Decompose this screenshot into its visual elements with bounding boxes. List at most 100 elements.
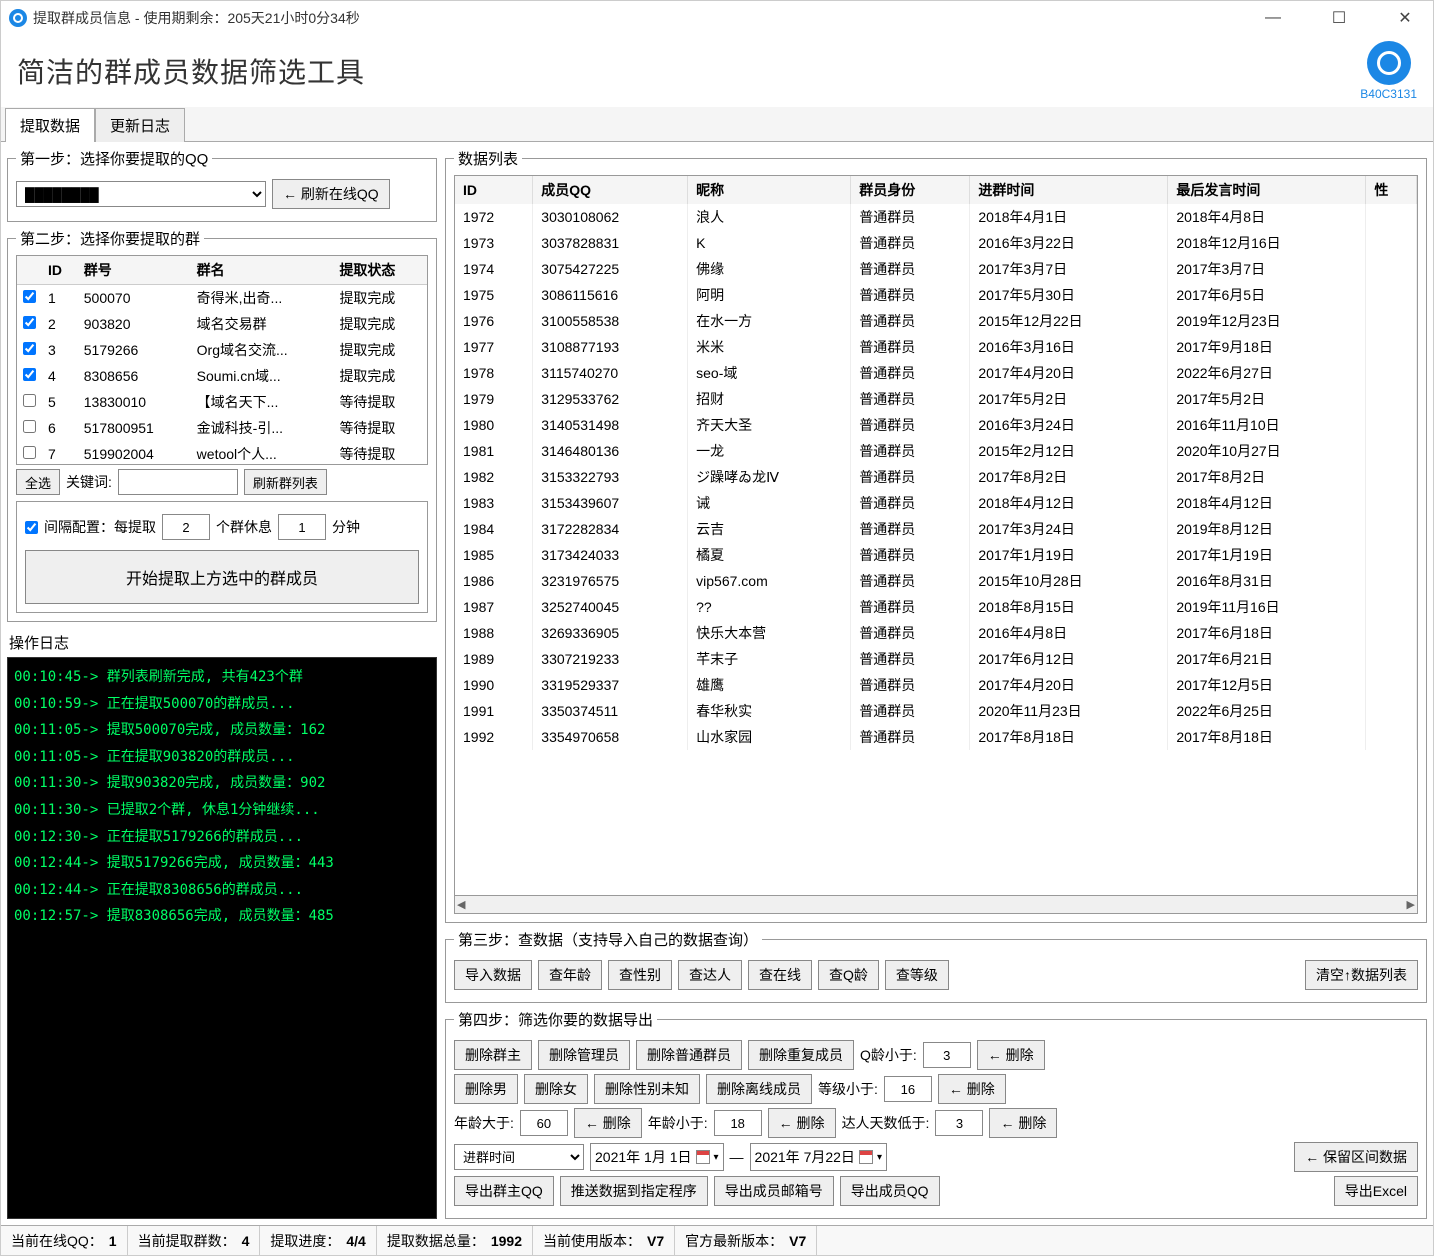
query-level-button[interactable]: 查等级 <box>885 960 949 990</box>
export-owner-button[interactable]: 导出群主QQ <box>454 1176 554 1206</box>
refresh-groups-button[interactable]: 刷新群列表 <box>244 469 327 495</box>
data-row[interactable]: 19723030108062浪人普通群员2018年4月1日2018年4月8日 <box>455 204 1417 230</box>
qq-select[interactable]: ████████ <box>16 181 266 207</box>
del-normal-button[interactable]: 删除普通群员 <box>636 1040 742 1070</box>
data-row[interactable]: 19773108877193米米普通群员2016年3月16日2017年9月18日 <box>455 334 1417 360</box>
import-data-button[interactable]: 导入数据 <box>454 960 532 990</box>
start-extract-button[interactable]: 开始提取上方选中的群成员 <box>25 550 419 604</box>
export-mail-button[interactable]: 导出成员邮箱号 <box>714 1176 834 1206</box>
qage-del-button[interactable]: ← 删除 <box>977 1040 1045 1070</box>
data-row[interactable]: 19793129533762招财普通群员2017年5月2日2017年5月2日 <box>455 386 1417 412</box>
close-button[interactable]: ✕ <box>1385 6 1425 30</box>
age-gt-del-button[interactable]: ← 删除 <box>574 1108 642 1138</box>
data-row[interactable]: 19883269336905快乐大本营普通群员2016年4月8日2017年6月1… <box>455 620 1417 646</box>
data-row[interactable]: 19903319529337雄鹰普通群员2017年4月20日2017年12月5日 <box>455 672 1417 698</box>
data-row[interactable]: 19813146480136一龙普通群员2015年2月12日2020年10月27… <box>455 438 1417 464</box>
group-row[interactable]: 48308656Soumi.cn域...提取完成 <box>17 363 427 389</box>
group-checkbox[interactable] <box>23 394 36 407</box>
time-field-select[interactable]: 进群时间 <box>454 1144 584 1170</box>
data-row[interactable]: 19733037828831K普通群员2016年3月22日2018年12月16日 <box>455 230 1417 256</box>
dcol-role[interactable]: 群员身份 <box>851 176 970 204</box>
daren-lt-input[interactable] <box>935 1110 983 1136</box>
log-output[interactable]: 00:10:45-> 群列表刷新完成, 共有423个群00:10:59-> 正在… <box>7 657 437 1219</box>
group-row[interactable]: 35179266Org域名交流...提取完成 <box>17 337 427 363</box>
data-row[interactable]: 19803140531498齐天大圣普通群员2016年3月24日2016年11月… <box>455 412 1417 438</box>
data-row[interactable]: 19873252740045??普通群员2018年8月15日2019年11月16… <box>455 594 1417 620</box>
age-lt-del-button[interactable]: ← 删除 <box>768 1108 836 1138</box>
interval-count-input[interactable] <box>162 514 210 540</box>
group-checkbox[interactable] <box>23 420 36 433</box>
data-table-wrap[interactable]: ID 成员QQ 昵称 群员身份 进群时间 最后发言时间 性 1972303010… <box>454 175 1418 896</box>
group-row[interactable]: 7519902004wetool个人...等待提取 <box>17 441 427 465</box>
clear-datalist-button[interactable]: 清空↑数据列表 <box>1305 960 1418 990</box>
data-row[interactable]: 19853173424033橘夏普通群员2017年1月19日2017年1月19日 <box>455 542 1417 568</box>
query-age-button[interactable]: 查年龄 <box>538 960 602 990</box>
maximize-button[interactable]: ☐ <box>1319 6 1359 30</box>
keep-range-button[interactable]: ← 保留区间数据 <box>1294 1142 1418 1172</box>
level-del-button[interactable]: ← 删除 <box>938 1074 1006 1104</box>
tab-changelog[interactable]: 更新日志 <box>95 108 185 142</box>
group-row[interactable]: 2903820域名交易群提取完成 <box>17 311 427 337</box>
age-lt-input[interactable] <box>714 1110 762 1136</box>
rest-minutes-input[interactable] <box>278 514 326 540</box>
daren-del-button[interactable]: ← 删除 <box>989 1108 1057 1138</box>
data-row[interactable]: 19833153439607诫普通群员2018年4月12日2018年4月12日 <box>455 490 1417 516</box>
del-admin-button[interactable]: 删除管理员 <box>538 1040 630 1070</box>
data-row[interactable]: 19843172282834云吉普通群员2017年3月24日2019年8月12日 <box>455 516 1417 542</box>
del-unknown-sex-button[interactable]: 删除性别未知 <box>594 1074 700 1104</box>
del-dup-button[interactable]: 删除重复成员 <box>748 1040 854 1070</box>
group-row[interactable]: 513830010【域名天下...等待提取 <box>17 389 427 415</box>
del-owner-button[interactable]: 删除群主 <box>454 1040 532 1070</box>
export-excel-button[interactable]: 导出Excel <box>1334 1176 1418 1206</box>
refresh-qq-button[interactable]: ← 刷新在线QQ <box>272 179 390 209</box>
push-data-button[interactable]: 推送数据到指定程序 <box>560 1176 708 1206</box>
dcol-last[interactable]: 最后发言时间 <box>1168 176 1366 204</box>
del-male-button[interactable]: 删除男 <box>454 1074 518 1104</box>
query-daren-button[interactable]: 查达人 <box>678 960 742 990</box>
query-qage-button[interactable]: 查Q龄 <box>818 960 879 990</box>
col-status[interactable]: 提取状态 <box>333 256 427 285</box>
data-row[interactable]: 19823153322793ジ躁哮ゐ龙Ⅳ普通群员2017年8月2日2017年8月… <box>455 464 1417 490</box>
data-row[interactable]: 19743075427225佛缘普通群员2017年3月7日2017年3月7日 <box>455 256 1417 282</box>
level-lt-input[interactable] <box>884 1076 932 1102</box>
col-num[interactable]: 群号 <box>78 256 191 285</box>
data-row[interactable]: 19763100558538在水一方普通群员2015年12月22日2019年12… <box>455 308 1417 334</box>
app-icon <box>9 9 27 27</box>
group-row[interactable]: 6517800951金诚科技-引...等待提取 <box>17 415 427 441</box>
data-row[interactable]: 19913350374511春华秋实普通群员2020年11月23日2022年6月… <box>455 698 1417 724</box>
data-row[interactable]: 19863231976575vip567.com普通群员2015年10月28日2… <box>455 568 1417 594</box>
group-checkbox[interactable] <box>23 446 36 459</box>
group-checkbox[interactable] <box>23 368 36 381</box>
export-qq-button[interactable]: 导出成员QQ <box>840 1176 940 1206</box>
dcol-qq[interactable]: 成员QQ <box>533 176 688 204</box>
col-name[interactable]: 群名 <box>191 256 334 285</box>
data-row[interactable]: 19893307219233芊末子普通群员2017年6月12日2017年6月21… <box>455 646 1417 672</box>
hscrollbar[interactable]: ◀▶ <box>454 896 1418 914</box>
tab-extract[interactable]: 提取数据 <box>5 108 95 142</box>
dcol-join[interactable]: 进群时间 <box>970 176 1168 204</box>
dcol-extra[interactable]: 性 <box>1366 176 1417 204</box>
data-row[interactable]: 19923354970658山水家园普通群员2017年8月18日2017年8月1… <box>455 724 1417 750</box>
minimize-button[interactable]: — <box>1253 6 1293 30</box>
data-row[interactable]: 19753086115616阿明普通群员2017年5月30日2017年6月5日 <box>455 282 1417 308</box>
del-female-button[interactable]: 删除女 <box>524 1074 588 1104</box>
qage-lt-input[interactable] <box>923 1042 971 1068</box>
date-to-input[interactable]: 2021年 7月22日▾ <box>750 1143 887 1171</box>
del-offline-button[interactable]: 删除离线成员 <box>706 1074 812 1104</box>
query-online-button[interactable]: 查在线 <box>748 960 812 990</box>
age-gt-input[interactable] <box>520 1110 568 1136</box>
dcol-id[interactable]: ID <box>455 176 533 204</box>
group-row[interactable]: 1500070奇得米,出奇...提取完成 <box>17 285 427 312</box>
dcol-nick[interactable]: 昵称 <box>688 176 851 204</box>
date-from-input[interactable]: 2021年 1月 1日▾ <box>590 1143 724 1171</box>
interval-checkbox[interactable] <box>25 521 38 534</box>
group-checkbox[interactable] <box>23 316 36 329</box>
group-checkbox[interactable] <box>23 342 36 355</box>
group-checkbox[interactable] <box>23 290 36 303</box>
select-all-button[interactable]: 全选 <box>16 469 60 495</box>
group-list[interactable]: ID 群号 群名 提取状态 1500070奇得米,出奇...提取完成290382… <box>16 255 428 465</box>
data-row[interactable]: 19783115740270seo-域普通群员2017年4月20日2022年6月… <box>455 360 1417 386</box>
query-sex-button[interactable]: 查性别 <box>608 960 672 990</box>
keyword-input[interactable] <box>118 469 238 495</box>
col-id[interactable]: ID <box>42 256 78 285</box>
